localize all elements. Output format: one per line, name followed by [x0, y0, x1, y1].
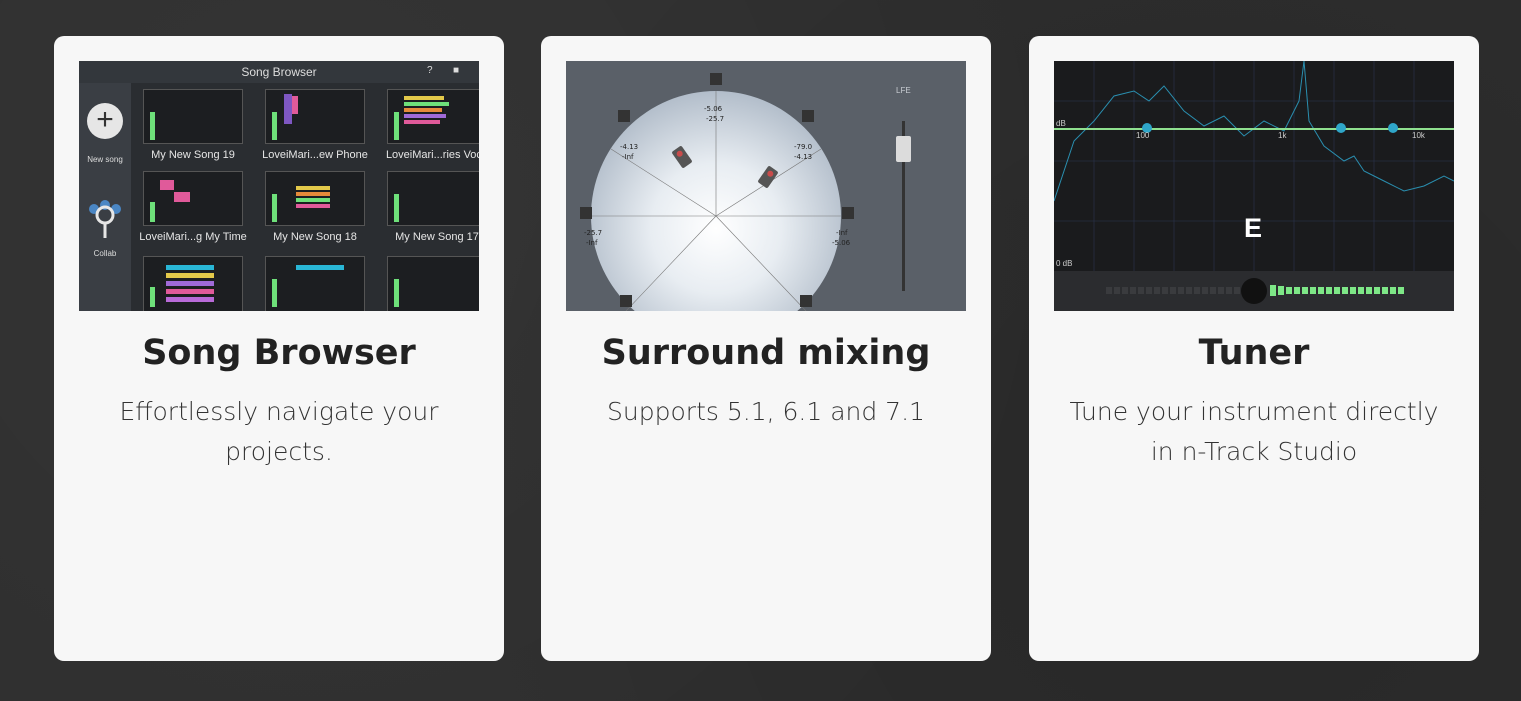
level-readout: -4.13	[794, 153, 813, 161]
db-label: dB	[1056, 119, 1066, 128]
level-readout: -25.7	[706, 115, 725, 123]
folder-icon: ■	[453, 65, 460, 76]
song-thumbnail	[265, 171, 365, 226]
speaker-icon	[710, 73, 722, 85]
speaker-icon	[802, 110, 814, 122]
speaker-icon	[580, 207, 592, 219]
level-readout: -4.13	[620, 143, 639, 151]
song-title: LoveiMari...ries Voca	[385, 149, 479, 161]
freq-label: 1k	[1278, 131, 1287, 140]
level-readout: -Inf	[586, 239, 598, 247]
db-label: 0 dB	[1056, 259, 1073, 268]
level-readout: -Inf	[836, 229, 848, 237]
song-title: My New Song 18	[273, 231, 357, 243]
speaker-icon	[620, 295, 632, 307]
song-title: My New Song 19	[151, 149, 235, 161]
song-browser-header: Song Browser	[79, 61, 479, 83]
tuner-meter	[1054, 271, 1454, 311]
new-song-label: New song	[87, 155, 123, 164]
card-title: Surround mixing	[601, 333, 931, 373]
card-title: Song Browser	[142, 333, 416, 373]
song-title: My New Song 17	[395, 231, 479, 243]
freq-label: 10k	[1412, 131, 1425, 140]
song-thumbnail	[387, 89, 479, 144]
song-browser-sidebar: + New song Collab	[79, 83, 131, 311]
card-description: Tune your instrument directly in n-Track…	[1069, 397, 1439, 466]
lfe-label: LFE	[896, 86, 911, 95]
card-description: Supports 5.1, 6.1 and 7.1	[607, 397, 925, 426]
song-thumbnail	[143, 171, 243, 226]
card-surround-mixing: -5.06 -25.7 -4.13 -Inf -79.0 -4.13 -25.7…	[541, 36, 991, 661]
speaker-icon	[618, 110, 630, 122]
card-description: Effortlessly navigate your projects.	[119, 397, 439, 466]
plus-icon: +	[87, 103, 123, 139]
song-browser-screenshot: Song Browser ? ■ + New song Collab My Ne…	[79, 61, 479, 311]
tuner-note: E	[1244, 213, 1263, 243]
song-title: LoveiMari...g My Time	[139, 231, 247, 243]
help-icon: ?	[427, 65, 433, 76]
song-thumbnail	[265, 89, 365, 144]
card-tuner: dB 0 dB 100 1k 10k E Tuner Tune your ins…	[1029, 36, 1479, 661]
sound-source-icon	[672, 146, 692, 168]
speaker-icon	[800, 295, 812, 307]
lfe-fader-knob[interactable]	[896, 136, 911, 162]
collab-icon	[89, 200, 121, 238]
song-thumbnail	[143, 256, 243, 311]
level-readout: -5.06	[704, 105, 723, 113]
freq-label: 100	[1136, 131, 1150, 140]
level-readout: -5.06	[832, 239, 851, 247]
surround-mixing-screenshot: -5.06 -25.7 -4.13 -Inf -79.0 -4.13 -25.7…	[566, 61, 966, 311]
card-title: Tuner	[1198, 333, 1310, 373]
marker-dot[interactable]	[1336, 123, 1346, 133]
card-song-browser: Song Browser ? ■ + New song Collab My Ne…	[54, 36, 504, 661]
sound-source-icon	[758, 166, 778, 188]
song-thumbnail	[387, 256, 479, 311]
song-thumbnail	[387, 171, 479, 226]
song-title: LoveiMari...ew Phone	[262, 149, 368, 161]
marker-dot[interactable]	[1388, 123, 1398, 133]
song-thumbnail	[265, 256, 365, 311]
song-thumbnail	[143, 89, 243, 144]
tuner-screenshot: dB 0 dB 100 1k 10k E	[1054, 61, 1454, 311]
level-readout: -Inf	[622, 153, 634, 161]
tuner-meter-bars	[1106, 278, 1404, 304]
level-readout: -79.0	[794, 143, 813, 151]
speaker-icon	[842, 207, 854, 219]
collab-label: Collab	[93, 249, 117, 258]
level-readout: -25.7	[584, 229, 603, 237]
